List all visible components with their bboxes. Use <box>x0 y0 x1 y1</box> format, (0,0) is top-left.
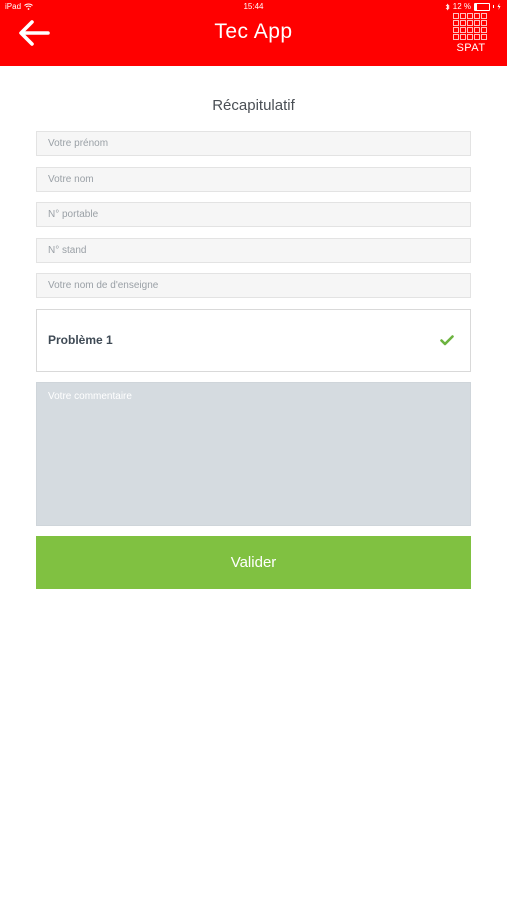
logo-text: SPAT <box>456 42 486 54</box>
spat-logo: SPAT <box>452 13 490 55</box>
page-title: Récapitulatif <box>212 97 295 114</box>
checkmark-icon <box>440 335 454 346</box>
problem-label: Problème 1 <box>48 333 113 347</box>
first-name-field[interactable]: Votre prénom <box>36 131 471 156</box>
app-title: Tec App <box>214 20 293 43</box>
status-right: 12 % <box>445 0 501 13</box>
battery-percent: 12 % <box>452 2 471 11</box>
brand-name-field[interactable]: Votre nom de d'enseigne <box>36 273 471 298</box>
battery-icon <box>474 2 490 11</box>
submit-button[interactable]: Valider <box>36 536 471 589</box>
bluetooth-icon <box>445 3 450 10</box>
comment-textarea[interactable]: Votre commentaire <box>36 382 471 526</box>
status-time: 15:44 <box>243 2 264 11</box>
last-name-field[interactable]: Votre nom <box>36 167 471 192</box>
charging-icon <box>497 3 501 10</box>
problem-selector[interactable]: Problème 1 <box>36 309 471 372</box>
stand-number-field[interactable]: N° stand <box>36 238 471 263</box>
app-header: iPad 15:44 12 % Tec App SPAT <box>0 0 507 66</box>
mobile-number-field[interactable]: N° portable <box>36 202 471 227</box>
status-bar: iPad 15:44 12 % <box>0 0 507 13</box>
logo-grid-icon <box>453 13 490 40</box>
